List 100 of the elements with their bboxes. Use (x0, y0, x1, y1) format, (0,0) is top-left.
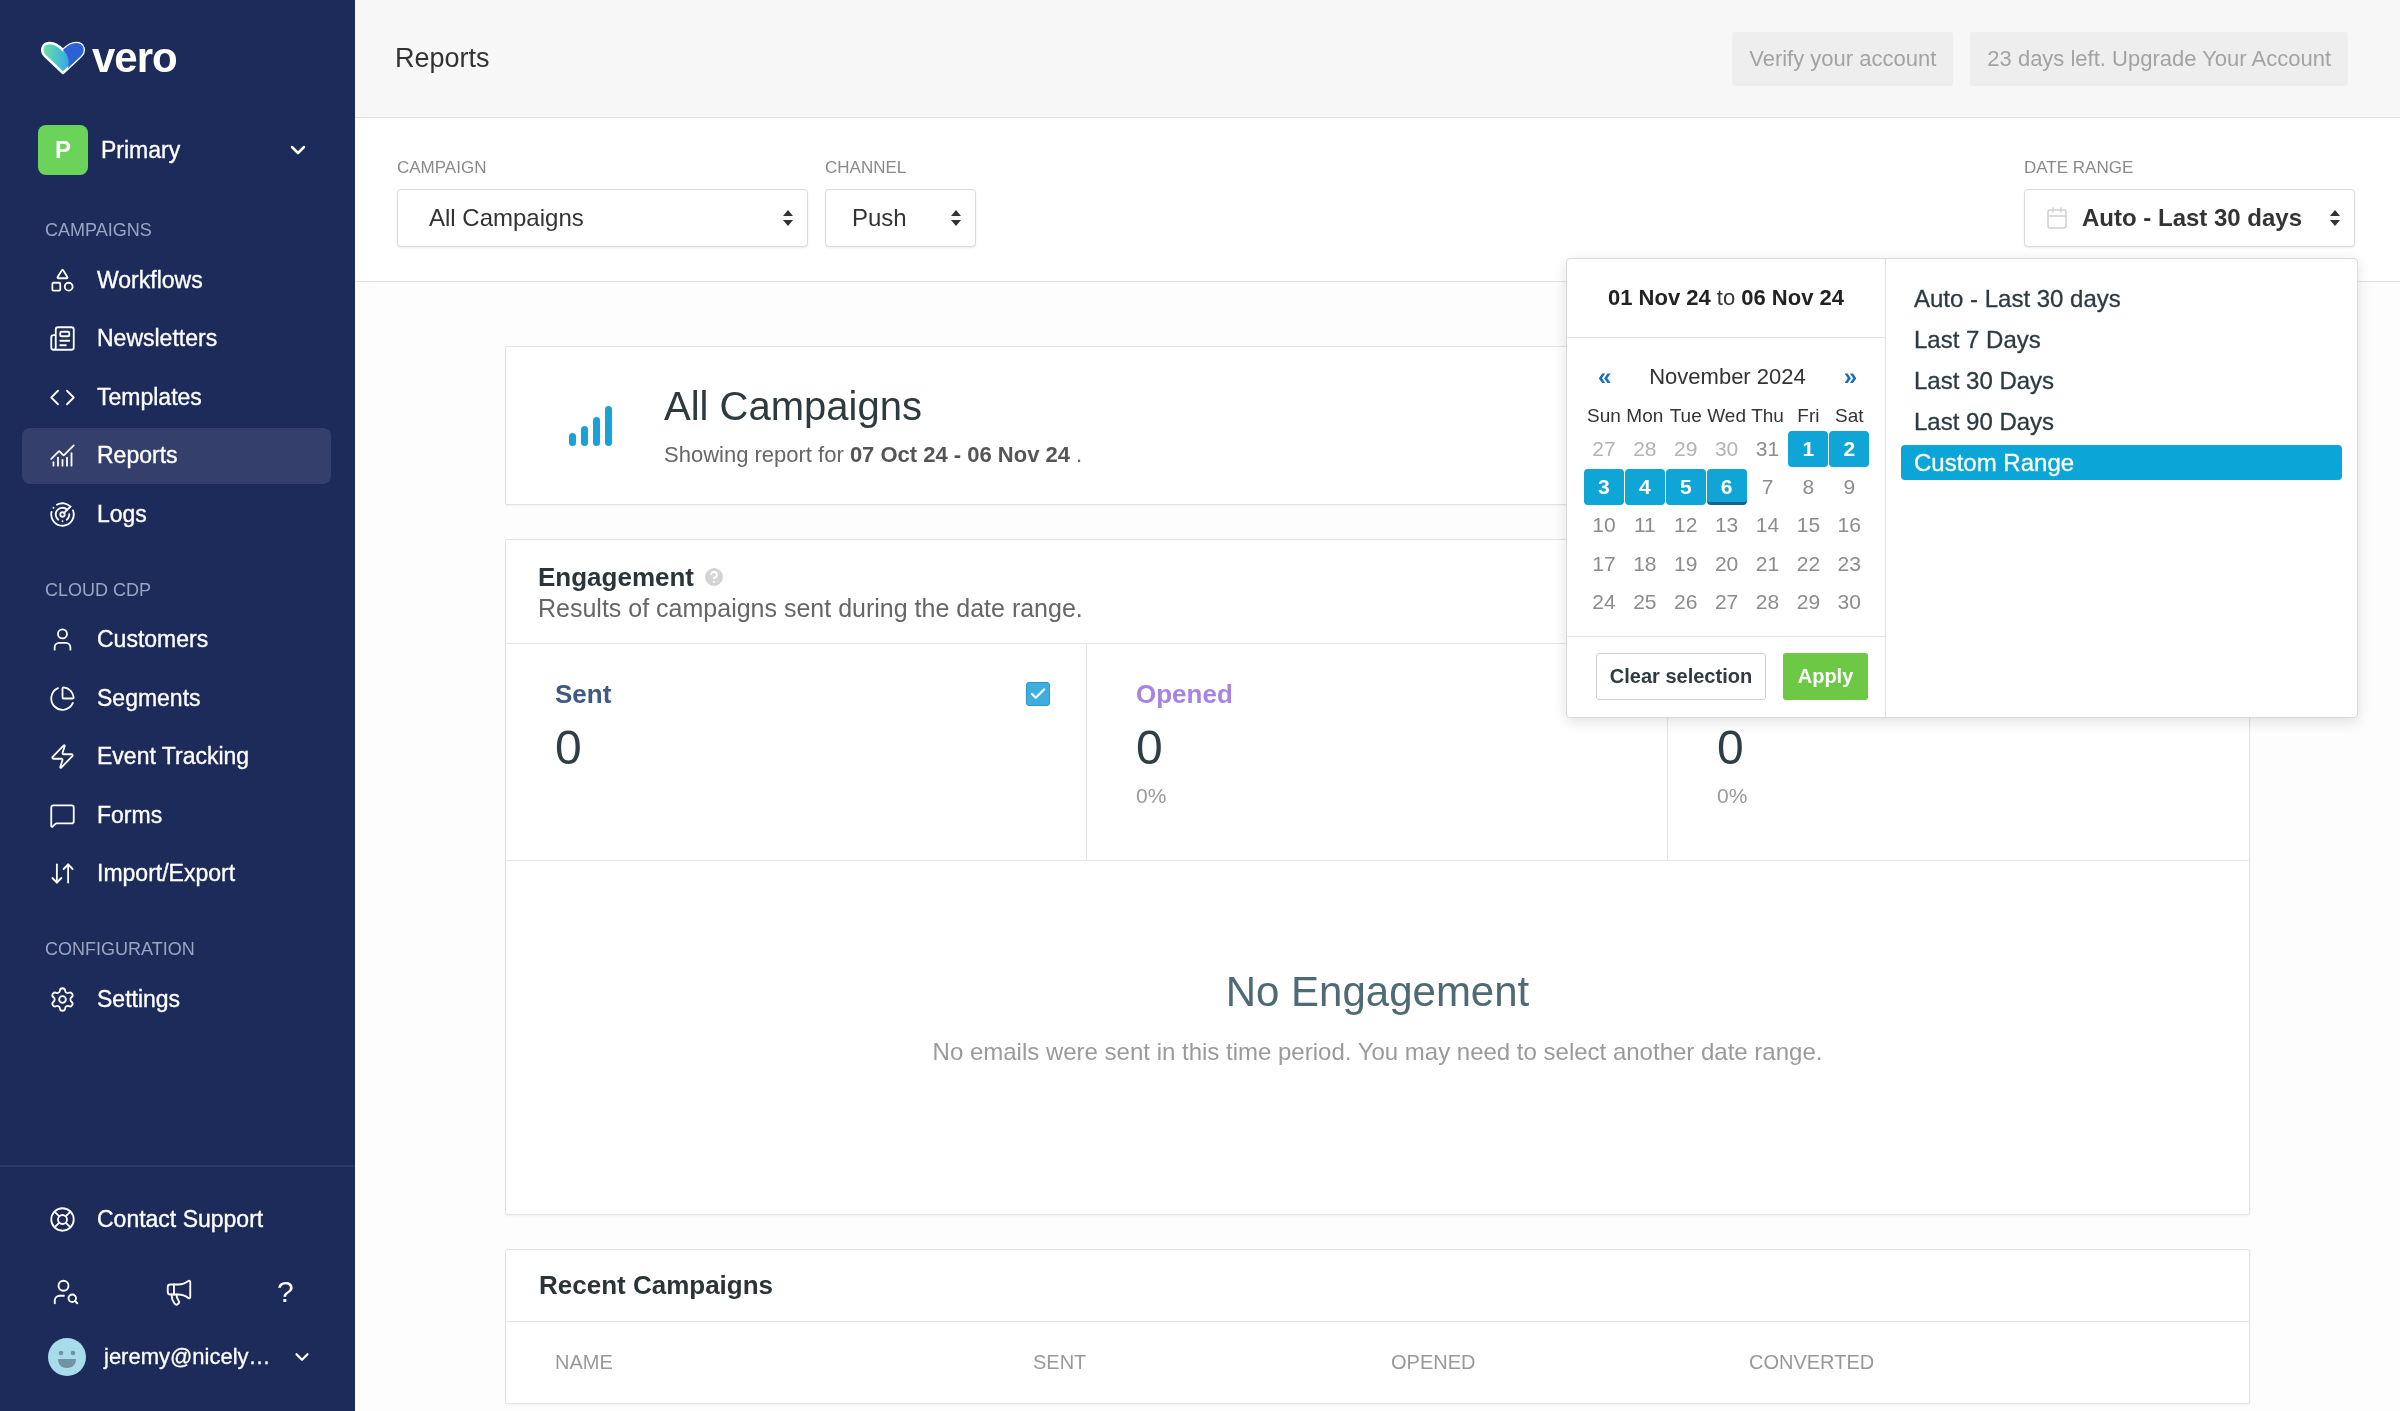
month-label: November 2024 (1649, 363, 1806, 390)
newspaper-icon (49, 325, 76, 352)
calendar-day[interactable]: 6 (1706, 468, 1747, 505)
calendar-day[interactable]: 4 (1624, 468, 1665, 505)
calendar-day[interactable]: 31 (1747, 430, 1788, 467)
calendar-day[interactable]: 9 (1829, 468, 1870, 505)
date-range-select[interactable]: Auto - Last 30 days (2024, 189, 2355, 247)
calendar-day[interactable]: 12 (1665, 507, 1706, 544)
nav-item[interactable]: Logs (22, 486, 331, 542)
stat-percent: 0% (1136, 783, 1167, 809)
calendar-day[interactable]: 1 (1788, 430, 1829, 467)
preset-option[interactable]: Last 30 Days (1901, 363, 2342, 398)
preset-option[interactable]: Custom Range (1901, 445, 2342, 480)
field-label: CHANNEL (825, 158, 907, 178)
radar-icon (49, 500, 76, 528)
stat-value: 0 (555, 721, 582, 775)
workspace-avatar: P (38, 125, 88, 175)
lifebuoy-icon (49, 1206, 76, 1233)
clear-selection-button[interactable]: Clear selection (1596, 653, 1766, 701)
help-question-mark[interactable]: ? (277, 1277, 294, 1307)
calendar-day[interactable]: 25 (1624, 583, 1665, 620)
calendar-day[interactable]: 22 (1788, 545, 1829, 582)
header-button[interactable]: 23 days left. Upgrade Your Account (1970, 31, 2348, 86)
heart-logo-icon (40, 41, 86, 75)
user-menu[interactable]: jeremy@nicely… (104, 1344, 313, 1370)
calendar-day[interactable]: 11 (1624, 507, 1665, 544)
nav-item[interactable]: Import/Export (22, 845, 331, 902)
header-button[interactable]: Verify your account (1732, 31, 1954, 86)
nav-item[interactable]: Reports (22, 427, 331, 484)
nav-item[interactable]: Event Tracking (22, 728, 331, 785)
stat-value: 0 (1136, 721, 1163, 775)
preset-option[interactable]: Auto - Last 30 days (1901, 281, 2342, 316)
calendar-day[interactable]: 20 (1706, 545, 1747, 582)
calendar-day[interactable]: 28 (1747, 583, 1788, 620)
weekday-label: Sat (1835, 404, 1864, 427)
page-title: Reports (395, 43, 490, 74)
shapes-icon (49, 266, 76, 294)
nav-item[interactable]: Forms (22, 787, 331, 843)
apply-button[interactable]: Apply (1783, 653, 1868, 701)
calendar-day[interactable]: 7 (1747, 468, 1788, 505)
calendar-day[interactable]: 17 (1584, 545, 1624, 582)
nav-item[interactable]: Templates (22, 369, 331, 425)
report-subtitle: Showing report for 07 Oct 24 - 06 Nov 24 . (664, 441, 1083, 468)
calendar-day[interactable]: 10 (1584, 507, 1624, 544)
report-title: All Campaigns (664, 383, 922, 428)
calendar-day[interactable]: 30 (1829, 583, 1870, 620)
calendar-day[interactable]: 27 (1706, 583, 1747, 620)
column-header: SENT (1033, 1351, 1087, 1374)
workspace-selector[interactable]: Primary (101, 130, 310, 170)
calendar-day[interactable]: 23 (1829, 545, 1870, 582)
weekday-label: Fri (1797, 404, 1820, 427)
calendar-day[interactable]: 2 (1829, 430, 1870, 467)
dropdown-select[interactable]: All Campaigns (397, 189, 808, 247)
nav-item[interactable]: Customers (22, 611, 331, 668)
field-label: DATE RANGE (2024, 158, 2134, 178)
megaphone-icon[interactable] (164, 1277, 194, 1307)
column-header: CONVERTED (1749, 1351, 1875, 1374)
section-title: Recent Campaigns (539, 1270, 774, 1301)
user-search-icon[interactable] (51, 1277, 81, 1307)
sort-caret-icon (951, 210, 961, 226)
section-label: CAMPAIGNS (44, 219, 152, 242)
preset-option[interactable]: Last 7 Days (1901, 322, 2342, 357)
calendar-day[interactable]: 8 (1788, 468, 1829, 505)
chart-icon (49, 442, 76, 469)
calendar-day[interactable]: 24 (1584, 583, 1624, 620)
next-month-arrow[interactable]: » (1843, 364, 1857, 389)
stat-value: 0 (1717, 721, 1744, 775)
calendar-day[interactable]: 19 (1665, 545, 1706, 582)
calendar-day[interactable]: 26 (1665, 583, 1706, 620)
calendar-day[interactable]: 14 (1747, 507, 1788, 544)
speech-bubble-icon (49, 801, 76, 829)
section-description: Results of campaigns sent during the date range. (538, 593, 1083, 624)
field-label: CAMPAIGN (397, 158, 487, 178)
calendar-day[interactable]: 13 (1706, 507, 1747, 544)
signal-bars-icon (569, 405, 613, 446)
preset-option[interactable]: Last 90 Days (1901, 404, 2342, 439)
weekday-label: Mon (1626, 404, 1664, 427)
weekday-label: Thu (1751, 404, 1784, 427)
calendar-day[interactable]: 21 (1747, 545, 1788, 582)
calendar-day[interactable]: 15 (1788, 507, 1829, 544)
nav-item[interactable]: Settings (22, 971, 331, 1027)
previous-month-arrow[interactable]: « (1598, 364, 1612, 389)
nav-item[interactable]: Workflows (22, 252, 331, 308)
sort-caret-icon (783, 210, 793, 226)
calendar-day[interactable]: 18 (1624, 545, 1665, 582)
nav-item[interactable]: Segments (22, 670, 331, 726)
settings-icon (49, 985, 76, 1013)
smiley-avatar-icon (48, 1338, 86, 1376)
stat-percent: 0% (1717, 783, 1748, 809)
sort-caret-icon (2330, 210, 2340, 226)
checkbox[interactable] (1026, 682, 1050, 706)
contact-support-link[interactable]: Contact Support (22, 1191, 331, 1248)
calendar-day[interactable]: 3 (1584, 468, 1624, 505)
calendar-day[interactable]: 16 (1829, 507, 1870, 544)
section-label: CONFIGURATION (44, 938, 195, 961)
calendar-day[interactable]: 29 (1788, 583, 1829, 620)
nav-item[interactable]: Newsletters (22, 310, 331, 367)
empty-state-message: No emails were sent in this time period. You may need to select another date range. (932, 1037, 1823, 1067)
dropdown-select[interactable]: Push (825, 189, 976, 247)
calendar-day[interactable]: 5 (1665, 468, 1706, 505)
